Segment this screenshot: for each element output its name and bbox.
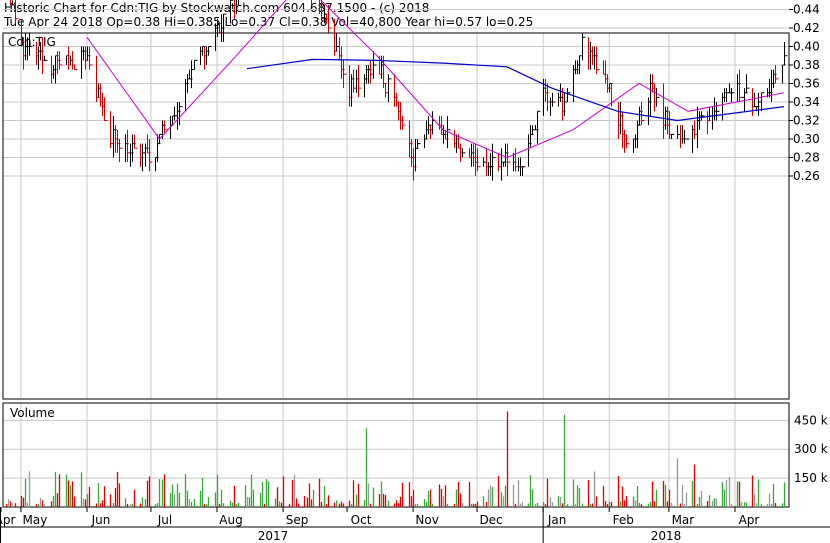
volume-bars — [5, 411, 786, 507]
price-y-tick-label: 0.26 — [793, 169, 820, 183]
x-month-label: Oct — [351, 513, 372, 527]
x-month-label: Apr — [739, 513, 760, 527]
x-month-label: Jul — [157, 513, 172, 527]
volume-gridlines — [3, 403, 789, 507]
price-y-tick-label: 0.38 — [793, 58, 820, 72]
x-year-label: 2018 — [651, 529, 682, 543]
x-month-label: Jun — [91, 513, 111, 527]
volume-y-tick-label: 150 k — [794, 471, 828, 485]
ohlc-bars — [10, 0, 788, 181]
x-axis: Apr May Jun Jul Aug Sep Oct Nov Dec Jan Feb Mar Apr 2… — [0, 507, 830, 543]
x-year-label: 2017 — [258, 529, 289, 543]
volume-y-tick-label: 450 k — [794, 413, 828, 427]
price-gridlines — [3, 9, 789, 399]
price-y-tick-label: 0.28 — [793, 151, 820, 165]
x-month-label: Sep — [286, 513, 309, 527]
price-y-tick-label: 0.30 — [793, 132, 820, 146]
volume-panel-frame — [2, 402, 790, 508]
volume-y-tick-label: 300 k — [794, 442, 828, 456]
x-month-label: Feb — [613, 513, 634, 527]
price-panel-frame — [2, 32, 790, 400]
price-y-tick-label: 0.32 — [793, 114, 820, 128]
price-y-axis: 0.620.600.580.560.540.520.500.480.460.44… — [789, 3, 820, 183]
x-month-label: Dec — [479, 513, 502, 527]
price-y-tick-label: 0.34 — [793, 95, 820, 109]
stock-chart: Cdn:TIG 0.620.600.580.560.540.520.500.48… — [0, 0, 830, 543]
volume-label: Volume — [10, 406, 55, 420]
x-month-label: Aug — [219, 513, 242, 527]
x-month-label: Mar — [672, 513, 695, 527]
price-y-tick-label: 0.42 — [793, 21, 820, 35]
volume-y-axis: 450 k 300 k 150 k — [794, 413, 828, 485]
price-y-tick-label: 0.40 — [793, 40, 820, 54]
price-y-tick-label: 0.44 — [793, 3, 820, 17]
x-month-label: Nov — [415, 513, 438, 527]
x-month-label: Apr — [0, 513, 15, 527]
chart-window: Historic Chart for Cdn:TIG by Stockwatch… — [0, 0, 830, 543]
x-month-label: Jan — [547, 513, 567, 527]
x-month-label: May — [23, 513, 48, 527]
moving-average-long-line — [246, 58, 785, 122]
price-y-tick-label: 0.36 — [793, 77, 820, 91]
